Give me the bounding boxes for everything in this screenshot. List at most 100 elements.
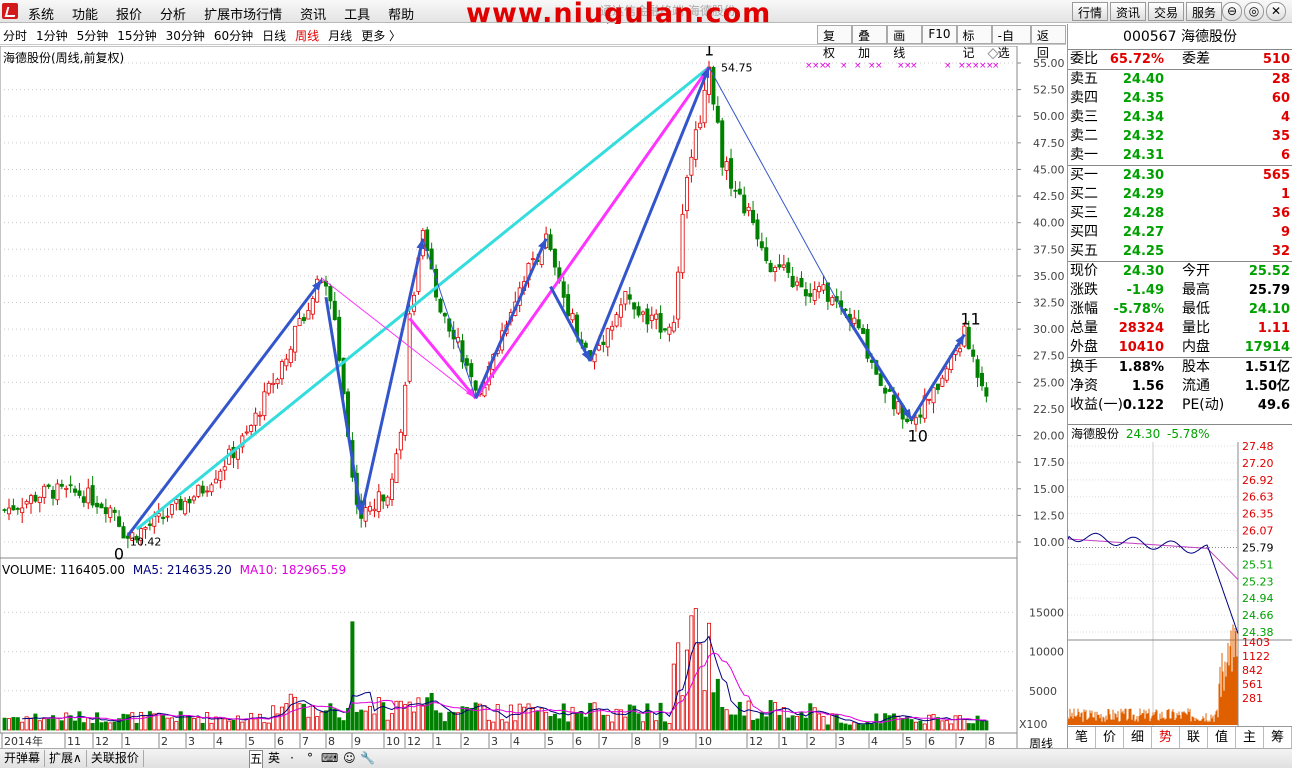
- volume-bar: [262, 722, 267, 731]
- menu-analysis[interactable]: 分析: [160, 4, 186, 23]
- bid-row: 买一 24.30 565: [1068, 166, 1292, 185]
- volume-bar: [99, 722, 104, 731]
- bottom-bar: 开弹幕 扩展∧ 关联报价 五 英 · ° ⌨ ☺ 🔧: [0, 748, 1292, 768]
- volume-bar: [768, 700, 773, 731]
- english-icon[interactable]: 英: [267, 750, 281, 768]
- market-button[interactable]: 行情: [1072, 2, 1109, 21]
- punct-icon[interactable]: °: [303, 750, 317, 768]
- right-tab[interactable]: 价: [1096, 727, 1124, 748]
- tab-30min[interactable]: 30分钟: [166, 27, 205, 44]
- danmaku-button[interactable]: 开弹幕: [0, 750, 46, 767]
- tab-timeshare[interactable]: 分时: [3, 27, 27, 44]
- stock-chart-label: 海德股份(周线,前复权): [3, 51, 125, 65]
- f10-button[interactable]: F10: [922, 25, 957, 44]
- volume-bar: [178, 711, 183, 731]
- time-label: 12: [749, 735, 763, 748]
- adjust-button[interactable]: 复权: [817, 25, 853, 60]
- keyboard-icon[interactable]: ⌨: [321, 750, 338, 768]
- stat-value: -5.78%: [1113, 302, 1165, 317]
- stat-row: 涨跌 -1.49 最高 25.79: [1068, 281, 1292, 300]
- candle-body: [191, 496, 196, 501]
- close-icon[interactable]: ✕: [1266, 2, 1286, 21]
- halfwidth-icon[interactable]: ·: [285, 750, 299, 768]
- time-label: 10: [698, 735, 712, 748]
- candle-body: [918, 414, 923, 418]
- candle-body: [671, 322, 676, 332]
- kline-chart-area[interactable]: 55.00 52.50 50.00 47.50 45.00 42.50 40.00 37.50…: [0, 46, 1066, 748]
- emoji-icon[interactable]: ☺: [342, 750, 356, 768]
- fund-label-2: PE(动): [1182, 397, 1225, 413]
- menu-quote[interactable]: 报价: [116, 4, 142, 23]
- bid-price: 24.27: [1122, 225, 1164, 240]
- mini-timeshare-chart[interactable]: 27.48 27.20 26.92 26.63 26.35 26.07 25.79 25.51…: [1068, 442, 1292, 726]
- candle-body: [733, 189, 738, 192]
- bid-volume: 9: [1280, 225, 1290, 240]
- volume-bar: [702, 690, 707, 731]
- candle-body: [284, 358, 289, 367]
- app-logo-icon[interactable]: [2, 3, 18, 19]
- tab-weekly[interactable]: 周线: [295, 27, 319, 44]
- volume-bar: [359, 709, 364, 731]
- expand-button[interactable]: 扩展∧: [45, 750, 87, 767]
- time-label: 8: [988, 735, 995, 748]
- overlay-button[interactable]: 叠加: [852, 25, 888, 60]
- stat-value: 10410: [1118, 340, 1164, 355]
- mark-button[interactable]: 标记: [956, 25, 992, 60]
- tab-5min[interactable]: 5分钟: [77, 27, 109, 44]
- candle-body: [15, 508, 20, 510]
- wrench-icon[interactable]: 🔧: [360, 750, 375, 768]
- tab-15min[interactable]: 15分钟: [117, 27, 156, 44]
- menu-help[interactable]: 帮助: [388, 4, 414, 23]
- time-label: 2: [161, 735, 168, 748]
- candle-body: [799, 277, 804, 288]
- tab-60min[interactable]: 60分钟: [214, 27, 253, 44]
- menu-function[interactable]: 功能: [72, 4, 98, 23]
- right-tab[interactable]: 主: [1236, 727, 1264, 748]
- volume-bar: [662, 721, 667, 731]
- tab-monthly[interactable]: 月线: [328, 27, 352, 44]
- news-button[interactable]: 资讯: [1110, 2, 1147, 21]
- right-tab[interactable]: 筹: [1264, 727, 1292, 748]
- volume-bar: [244, 719, 249, 731]
- volume-bar: [328, 703, 333, 731]
- candle-body: [640, 311, 645, 315]
- trade-button[interactable]: 交易: [1148, 2, 1185, 21]
- candle-body: [147, 523, 152, 526]
- candle-body: [803, 289, 808, 297]
- tab-daily[interactable]: 日线: [262, 27, 286, 44]
- candle-body: [86, 487, 91, 504]
- volume-bar: [332, 708, 337, 731]
- related-quote-button[interactable]: 关联报价: [87, 750, 144, 767]
- volume-bar: [438, 712, 443, 731]
- wubi-icon[interactable]: 五: [249, 750, 264, 768]
- right-tab[interactable]: 细: [1124, 727, 1152, 748]
- menubar: 系统 功能 报价 分析 扩展市场行情 资讯 工具 帮助 通达信金融终端 海德股份…: [0, 0, 1292, 29]
- tab-more[interactable]: 更多 〉: [361, 27, 401, 44]
- volume-bar: [222, 718, 227, 731]
- volume-bar: [689, 615, 694, 731]
- menu-extended-market[interactable]: 扩展市场行情: [204, 4, 282, 23]
- right-tab[interactable]: 联: [1180, 727, 1208, 748]
- tab-1min[interactable]: 1分钟: [36, 27, 68, 44]
- remove-watchlist-button[interactable]: -自选: [991, 25, 1031, 60]
- menu-tools[interactable]: 工具: [344, 4, 370, 23]
- candle-body: [720, 120, 725, 168]
- draw-button[interactable]: 画线: [887, 25, 923, 60]
- time-label: 8: [328, 735, 335, 748]
- right-tab[interactable]: 势: [1152, 727, 1180, 748]
- minimize-icon[interactable]: ⊖: [1222, 2, 1242, 21]
- service-button[interactable]: 服务: [1186, 2, 1223, 21]
- stat-value-2: 1.11: [1257, 321, 1290, 336]
- right-tab[interactable]: 值: [1208, 727, 1236, 748]
- fund-value-2: 1.51亿: [1244, 360, 1290, 375]
- mini-price-tick: 25.51: [1242, 558, 1274, 571]
- right-panel-tabs: 笔价细势联值主筹: [1068, 726, 1292, 748]
- volume-bar: [601, 714, 606, 731]
- candle-body: [786, 262, 791, 273]
- back-button[interactable]: 返回: [1030, 25, 1066, 60]
- menu-system[interactable]: 系统: [28, 4, 54, 23]
- right-tab[interactable]: 笔: [1068, 727, 1096, 748]
- kline-chart[interactable]: 55.00 52.50 50.00 47.50 45.00 42.50 40.00 37.50…: [0, 46, 1066, 748]
- menu-news[interactable]: 资讯: [300, 4, 326, 23]
- restore-icon[interactable]: ◎: [1244, 2, 1264, 21]
